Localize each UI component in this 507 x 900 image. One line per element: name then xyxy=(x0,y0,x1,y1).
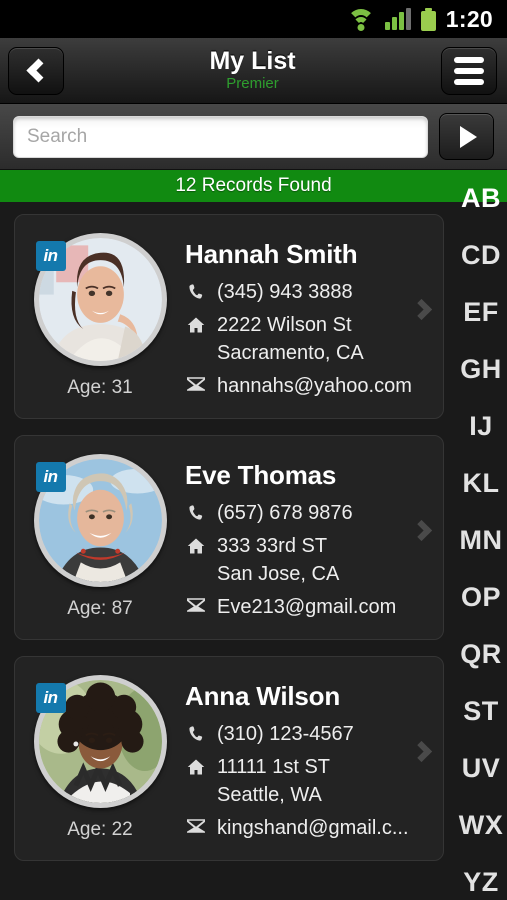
email-value: hannahs@yahoo.com xyxy=(217,375,412,397)
email-row[interactable]: Eve213@gmail.com xyxy=(185,594,443,620)
city-value: San Jose, CA xyxy=(217,563,340,585)
index-letter-yz[interactable]: YZ xyxy=(455,854,507,900)
status-clock: 1:20 xyxy=(445,5,493,32)
status-bar: 1:20 xyxy=(0,0,507,38)
page-subtitle: Premier xyxy=(226,74,279,92)
phone-icon xyxy=(185,500,207,521)
contact-list[interactable]: in Age: 31 Hannah Smith (345) 943 3888 2… xyxy=(0,202,455,900)
contact-card[interactable]: in xyxy=(14,656,444,861)
street-value: 2222 Wilson St xyxy=(217,314,352,336)
phone-icon xyxy=(185,721,207,742)
signal-icon xyxy=(384,8,411,30)
battery-icon xyxy=(420,7,436,31)
avatar: in xyxy=(33,233,167,366)
index-letter-cd[interactable]: CD xyxy=(455,227,507,284)
contact-name: Hannah Smith xyxy=(185,239,358,269)
records-count-label: 12 Records Found xyxy=(175,175,332,196)
index-letter-st[interactable]: ST xyxy=(455,683,507,740)
records-banner: 12 Records Found xyxy=(0,170,507,202)
hamburger-icon xyxy=(454,56,484,85)
home-icon xyxy=(185,312,207,334)
title-block: My List Premier xyxy=(64,46,441,94)
index-letter-gh[interactable]: GH xyxy=(455,341,507,398)
email-row[interactable]: kingshand@gmail.c... xyxy=(185,815,443,841)
email-value: kingshand@gmail.c... xyxy=(217,817,409,839)
avatar-column: in xyxy=(15,454,185,620)
contact-info: Hannah Smith (345) 943 3888 2222 Wilson … xyxy=(185,233,443,406)
phone-value: (310) 123-4567 xyxy=(217,723,354,745)
phone-row[interactable]: (310) 123-4567 xyxy=(185,721,443,747)
index-letter-uv[interactable]: UV xyxy=(455,740,507,797)
index-letter-ij[interactable]: IJ xyxy=(455,398,507,455)
back-chevron-icon xyxy=(26,58,51,83)
content-area: in Age: 31 Hannah Smith (345) 943 3888 2… xyxy=(0,183,507,900)
age-label: Age: 31 xyxy=(67,377,133,398)
back-button[interactable] xyxy=(8,46,64,95)
index-letter-ab[interactable]: AB xyxy=(455,170,507,227)
alphabet-index[interactable]: AB CD EF GH IJ KL MN OP QR ST UV WX YZ xyxy=(455,170,507,900)
home-icon xyxy=(185,754,207,776)
phone-icon xyxy=(185,279,207,300)
index-letter-wx[interactable]: WX xyxy=(455,797,507,854)
index-letter-mn[interactable]: MN xyxy=(455,512,507,569)
email-row[interactable]: hannahs@yahoo.com xyxy=(185,373,443,399)
age-label: Age: 22 xyxy=(67,819,133,840)
home-icon xyxy=(185,533,207,555)
contact-card[interactable]: in xyxy=(14,435,444,640)
phone-value: (657) 678 9876 xyxy=(217,502,353,524)
contact-info: Anna Wilson (310) 123-4567 11111 1st ST … xyxy=(185,675,443,848)
avatar-column: in xyxy=(15,233,185,399)
contact-name: Eve Thomas xyxy=(185,460,337,490)
page-title: My List xyxy=(209,46,296,75)
linkedin-badge-icon[interactable]: in xyxy=(35,462,66,492)
phone-value: (345) 943 3888 xyxy=(217,281,353,303)
city-value: Sacramento, CA xyxy=(217,342,364,364)
age-label: Age: 87 xyxy=(67,598,133,619)
play-triangle-icon xyxy=(460,125,477,148)
linkedin-badge-icon[interactable]: in xyxy=(35,683,66,713)
search-input[interactable] xyxy=(13,115,428,158)
avatar-column: in xyxy=(15,675,185,841)
index-letter-op[interactable]: OP xyxy=(455,569,507,626)
phone-row[interactable]: (345) 943 3888 xyxy=(185,279,443,305)
avatar: in xyxy=(33,454,167,587)
city-value: Seattle, WA xyxy=(217,784,322,806)
address-row[interactable]: 11111 1st ST xyxy=(185,754,443,780)
wifi-icon xyxy=(346,8,375,31)
envelope-icon xyxy=(185,594,207,612)
search-bar xyxy=(0,104,507,170)
street-value: 11111 1st ST xyxy=(217,756,331,778)
phone-row[interactable]: (657) 678 9876 xyxy=(185,500,443,526)
address-row[interactable]: 333 33rd ST xyxy=(185,533,443,559)
street-value: 333 33rd ST xyxy=(217,535,328,557)
index-letter-ef[interactable]: EF xyxy=(455,284,507,341)
index-letter-qr[interactable]: QR xyxy=(455,626,507,683)
index-letter-kl[interactable]: KL xyxy=(455,455,507,512)
search-go-button[interactable] xyxy=(439,113,494,160)
linkedin-badge-icon[interactable]: in xyxy=(35,241,66,271)
address-row[interactable]: 2222 Wilson St xyxy=(185,312,443,338)
email-value: Eve213@gmail.com xyxy=(217,596,397,618)
title-bar: My List Premier xyxy=(0,38,507,104)
menu-button[interactable] xyxy=(441,46,497,95)
contact-name: Anna Wilson xyxy=(185,681,341,711)
contact-info: Eve Thomas (657) 678 9876 333 33rd ST Sa… xyxy=(185,454,443,627)
envelope-icon xyxy=(185,815,207,833)
contact-card[interactable]: in xyxy=(14,214,444,419)
envelope-icon xyxy=(185,373,207,391)
avatar: in xyxy=(33,675,167,808)
